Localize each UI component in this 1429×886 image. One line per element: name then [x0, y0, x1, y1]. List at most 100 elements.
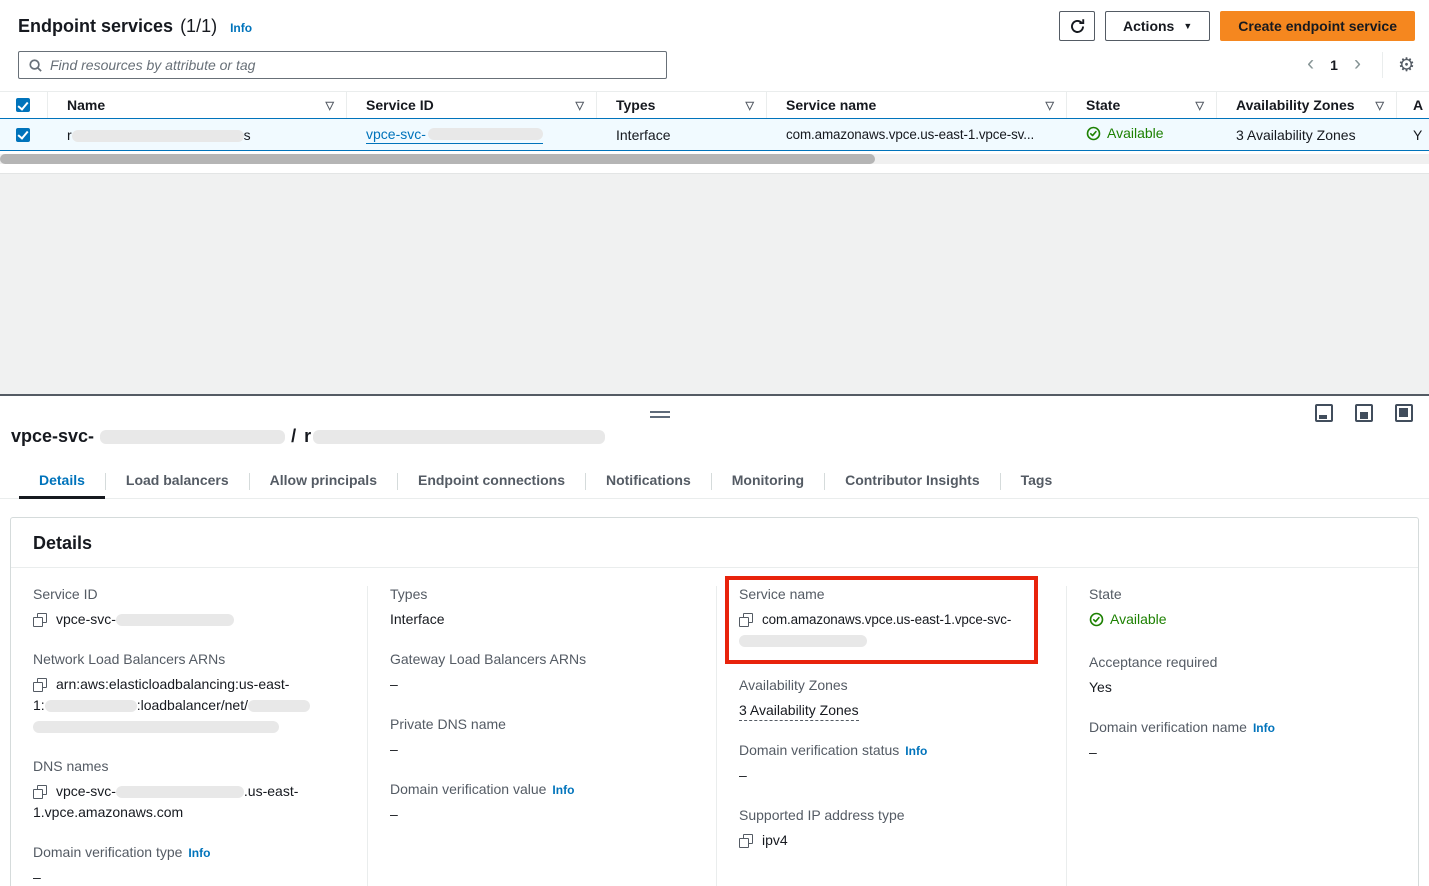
- column-header-partial: A: [1413, 97, 1423, 113]
- caret-down-icon: ▼: [1183, 21, 1192, 31]
- redacted-text: [428, 128, 543, 140]
- cell-partial: Y: [1397, 127, 1429, 143]
- refresh-icon: [1069, 18, 1086, 35]
- redacted-text: [72, 130, 244, 142]
- sort-icon[interactable]: ▽: [1196, 99, 1204, 112]
- copy-icon[interactable]: [33, 613, 47, 627]
- gear-icon[interactable]: ⚙: [1398, 56, 1415, 75]
- chevron-right-icon[interactable]: ›: [1348, 53, 1367, 77]
- panel-position-full-icon[interactable]: [1395, 404, 1413, 422]
- tab-monitoring[interactable]: Monitoring: [712, 464, 824, 498]
- field-availability-zones: Availability Zones 3 Availability Zones: [739, 677, 1048, 721]
- info-link[interactable]: Info: [552, 783, 574, 797]
- copy-icon[interactable]: [739, 613, 753, 627]
- cell-name: rs: [48, 127, 347, 143]
- cell-types: Interface: [597, 127, 767, 143]
- tab-tags[interactable]: Tags: [1001, 464, 1073, 498]
- availability-zones-popover[interactable]: 3 Availability Zones: [739, 702, 859, 721]
- content-background: [0, 173, 1429, 394]
- details-card: Details Service ID vpce-svc- Network Loa…: [10, 517, 1419, 886]
- redacted-text: [313, 430, 605, 444]
- service-id-link[interactable]: vpce-svc-: [366, 126, 543, 144]
- copy-icon[interactable]: [33, 785, 47, 799]
- refresh-button[interactable]: [1059, 11, 1095, 41]
- field-types: Types Interface: [390, 586, 698, 630]
- tab-load-balancers[interactable]: Load balancers: [106, 464, 249, 498]
- availability-zones-popover[interactable]: 3 Availability Zones: [1236, 127, 1356, 143]
- column-header-availability-zones: Availability Zones: [1236, 97, 1355, 113]
- panel-tabs: Details Load balancers Allow principals …: [0, 464, 1429, 499]
- field-domain-verification-name: Domain verification nameInfo –: [1089, 719, 1400, 763]
- sort-icon[interactable]: ▽: [746, 99, 754, 112]
- state-badge: Available: [1089, 609, 1167, 630]
- field-domain-verification-type: Domain verification typeInfo –: [33, 844, 349, 886]
- field-domain-verification-value: Domain verification valueInfo –: [390, 781, 698, 825]
- field-state: State Available: [1089, 586, 1400, 633]
- search-input[interactable]: [50, 57, 657, 73]
- field-nlb-arns: Network Load Balancers ARNs arn:aws:elas…: [33, 651, 349, 737]
- panel-position-bottom-icon[interactable]: [1315, 404, 1333, 422]
- field-service-name: Service name com.amazonaws.vpce.us-east-…: [739, 586, 1030, 651]
- redacted-text: [100, 430, 285, 444]
- check-circle-icon: [1086, 126, 1101, 141]
- endpoint-services-toolbar: Endpoint services (1/1) Info Actions ▼ C…: [0, 0, 1429, 79]
- redacted-text: [45, 700, 137, 712]
- column-header-state: State: [1086, 97, 1120, 113]
- details-heading: Details: [11, 518, 1418, 568]
- row-checkbox[interactable]: [16, 128, 30, 142]
- state-badge: Available: [1086, 125, 1164, 141]
- panel-position-controls: [1315, 404, 1413, 422]
- sort-icon[interactable]: ▽: [326, 99, 334, 112]
- divider: [1382, 52, 1383, 78]
- endpoint-services-table: Name ▽ Service ID ▽ Types ▽ Service name…: [0, 91, 1429, 164]
- copy-icon[interactable]: [33, 678, 47, 692]
- sort-icon[interactable]: ▽: [1376, 99, 1384, 112]
- tab-contributor-insights[interactable]: Contributor Insights: [825, 464, 1000, 498]
- column-header-types: Types: [616, 97, 655, 113]
- page-number[interactable]: 1: [1326, 57, 1342, 73]
- copy-icon[interactable]: [739, 834, 753, 848]
- resource-count: (1/1): [180, 16, 217, 37]
- horizontal-scrollbar: [0, 154, 1429, 164]
- tab-allow-principals[interactable]: Allow principals: [250, 464, 397, 498]
- tab-notifications[interactable]: Notifications: [586, 464, 711, 498]
- tab-details[interactable]: Details: [19, 464, 105, 498]
- create-endpoint-service-button[interactable]: Create endpoint service: [1220, 11, 1415, 41]
- search-input-wrapper: [18, 51, 667, 79]
- sort-icon[interactable]: ▽: [576, 99, 584, 112]
- field-domain-verification-status: Domain verification statusInfo –: [739, 742, 1048, 786]
- chevron-left-icon[interactable]: ‹: [1301, 53, 1320, 77]
- red-annotation-box: Service name com.amazonaws.vpce.us-east-…: [725, 576, 1038, 664]
- redacted-text: [739, 635, 867, 647]
- select-all-checkbox[interactable]: [16, 98, 30, 112]
- actions-button[interactable]: Actions ▼: [1105, 11, 1210, 41]
- panel-position-side-icon[interactable]: [1355, 404, 1373, 422]
- column-header-name: Name: [67, 97, 105, 113]
- field-private-dns-name: Private DNS name –: [390, 716, 698, 760]
- check-circle-icon: [1089, 612, 1104, 627]
- info-link[interactable]: Info: [230, 21, 252, 35]
- cell-service-name: com.amazonaws.vpce.us-east-1.vpce-sv...: [767, 127, 1067, 142]
- panel-drag-handle[interactable]: [650, 411, 670, 418]
- search-icon: [28, 58, 43, 73]
- info-link[interactable]: Info: [905, 744, 927, 758]
- info-link[interactable]: Info: [1253, 721, 1275, 735]
- sort-icon[interactable]: ▽: [1046, 99, 1054, 112]
- column-header-service-name: Service name: [786, 97, 876, 113]
- info-link[interactable]: Info: [188, 846, 210, 860]
- tab-endpoint-connections[interactable]: Endpoint connections: [398, 464, 585, 498]
- field-dns-names: DNS names vpce-svc-.us-east- 1.vpce.amaz…: [33, 758, 349, 823]
- redacted-text: [116, 786, 244, 798]
- page-title: Endpoint services: [18, 16, 173, 37]
- column-header-service-id: Service ID: [366, 97, 434, 113]
- split-panel: vpce-svc- / r Details Load balancers All…: [0, 394, 1429, 884]
- redacted-text: [33, 721, 279, 733]
- panel-title: vpce-svc- / r: [0, 396, 1429, 447]
- table-header: Name ▽ Service ID ▽ Types ▽ Service name…: [0, 91, 1429, 118]
- table-row[interactable]: rs vpce-svc- Interface com.amazonaws.vpc…: [0, 118, 1429, 151]
- redacted-text: [248, 700, 310, 712]
- scrollbar-thumb[interactable]: [0, 154, 875, 164]
- field-glb-arns: Gateway Load Balancers ARNs –: [390, 651, 698, 695]
- field-supported-ip-type: Supported IP address type ipv4: [739, 807, 1048, 851]
- pagination: ‹ 1 › ⚙: [1301, 52, 1415, 78]
